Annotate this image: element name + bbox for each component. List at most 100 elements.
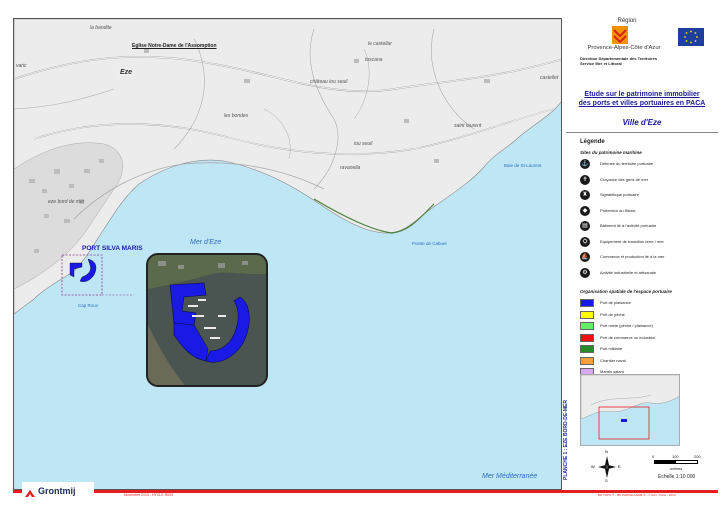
legend-label: Port de commerce ou industriel [600, 334, 656, 340]
legend-label: Défense du territoire portuaire [600, 161, 654, 166]
legend-swatch-row: Port de pêche [580, 310, 718, 320]
legend-title: Légende [580, 139, 605, 145]
place-label: château iou seuil [310, 79, 348, 85]
overview-map[interactable] [580, 374, 680, 446]
scale-end: 200 [694, 454, 701, 459]
grontmij-mark-icon [24, 486, 36, 497]
legend-label: Chantier naval [600, 357, 626, 363]
overview-port [621, 419, 627, 422]
scale-mid: 100 [672, 454, 679, 459]
legend-section-organisation: Organisation spatiale de l'espace portua… [580, 289, 672, 294]
water-label: Baie de St-Laurent [504, 163, 542, 168]
map-sheet: la bandite Eglise Notre-Dame de l'Assomp… [0, 0, 724, 512]
company-logo: Grontmij [22, 482, 94, 500]
building-icon: ▤ [580, 221, 590, 231]
west-letter: W [591, 464, 595, 469]
eu-flag-icon [678, 28, 704, 46]
region-emblem-icon [612, 26, 628, 44]
legend-section-heritage: Sites du patrimoine maritime [580, 150, 642, 155]
info-panel: Région Provence-Alpes-Côte d'Azur Direct… [566, 18, 718, 490]
place-label: iou seuil [354, 141, 373, 147]
shield-icon: ◆ [580, 205, 590, 216]
region-name: Provence-Alpes-Côte d'Azur [587, 45, 661, 51]
lighthouse-icon: ♜ [580, 190, 590, 200]
region-word: Région [617, 18, 637, 24]
legend-swatch-row: Port militaire [580, 344, 718, 354]
place-label: la bandite [90, 25, 112, 31]
water-label: Cap Roux [78, 303, 99, 308]
overview-extent [598, 406, 650, 440]
footer-date: Novembre 2010 - HYCLE R009 [124, 493, 174, 497]
place-label: ravanella [340, 165, 361, 171]
legend-label: Port de pêche [600, 311, 625, 317]
study-title: Etude sur le patrimoine immobilier des p… [578, 91, 706, 107]
sea-label: Mer Méditerranée [482, 473, 538, 480]
legend-icon-row: ⛭ Equipement de transition terre / mer [580, 236, 718, 247]
legend: Légende Sites du patrimoine maritime ⚓ Dé… [566, 132, 718, 378]
scale-unit: mètres [670, 466, 683, 471]
water-label: Pointe de Cabuel [412, 241, 447, 246]
map-drawing [14, 19, 561, 315]
port-aerial-inset[interactable] [146, 253, 268, 387]
direction-text: Direction Départementale des Territoires… [580, 56, 658, 66]
legend-label: Port mixte (pêche / plaisance) [600, 323, 653, 328]
place-label: le castellar [368, 41, 392, 47]
legend-label: Croyance des gens de mer [600, 176, 649, 182]
legend-swatch-row: Port de commerce ou industriel [580, 333, 718, 343]
scale-ratio: Echelle 1:10 000 [658, 474, 696, 480]
legend-label: Port militaire [600, 346, 623, 351]
place-label: castellet [540, 75, 559, 81]
factory-icon: ⚙ [580, 267, 590, 278]
place-label: eze bord de mer [48, 199, 85, 205]
logos: Région Provence-Alpes-Côte d'Azur Direct… [566, 18, 718, 84]
sea-label: Mer d'Eze [190, 239, 222, 246]
cross-icon: ✝ [580, 174, 590, 185]
legend-icon-row: ◆ Protection du littoral [580, 205, 718, 216]
main-map[interactable]: la bandite Eglise Notre-Dame de l'Assomp… [13, 18, 562, 490]
legend-swatch-row: Port mixte (pêche / plaisance) [580, 321, 718, 331]
legend-swatch [580, 345, 594, 353]
legend-swatch [580, 333, 594, 342]
legend-label: Activité industrielle et artisanale [600, 269, 657, 275]
legend-swatch [580, 322, 594, 330]
footer-credits: BD TOPO ® - BD PARCELLAIRE ® - © IGN - P… [598, 493, 676, 497]
scale-start: 0 [652, 454, 655, 459]
legend-icon-row: ⚙ Activité industrielle et artisanale [580, 267, 718, 278]
east-letter: E [618, 464, 621, 469]
legend-icon-row: ⛵ Commerce et production lié à la mer [580, 252, 718, 262]
legend-label: Bâtiment lié à l'activité portuaire [600, 223, 657, 228]
company-name: Grontmij [38, 486, 76, 496]
place-label: toscana [365, 57, 383, 63]
place-label: Eglise Notre-Dame de l'Assomption [132, 43, 217, 49]
boat-icon: ⛵ [580, 252, 590, 262]
legend-swatch-row: Chantier naval [580, 356, 718, 366]
port-name-label: PORT SILVA MARIS [82, 245, 143, 252]
south-letter: S [605, 478, 608, 483]
place-label: les bondes [224, 113, 249, 119]
port-outline [69, 262, 83, 278]
anchor-icon: ⚓ [580, 159, 590, 169]
legend-icon-row: ⚓ Défense du territoire portuaire [580, 159, 718, 169]
legend-label: Protection du littoral [600, 207, 636, 213]
crane-icon: ⛭ [580, 236, 590, 247]
north-letter: N [605, 449, 608, 454]
legend-icon-row: ✝ Croyance des gens de mer [580, 174, 718, 185]
town-label: Eze [118, 69, 135, 76]
place-label: varic [16, 63, 27, 69]
legend-label: Signalétique portuaire [600, 192, 639, 197]
place-label: saint laurent [454, 123, 482, 129]
legend-icon-row: ▤ Bâtiment lié à l'activité portuaire [580, 221, 718, 231]
scale-bar [654, 460, 698, 464]
town-title: Ville d'Eze [622, 118, 662, 127]
legend-label: Equipement de transition terre / mer [600, 238, 664, 244]
overview-land [581, 375, 679, 420]
legend-icon-row: ♜ Signalétique portuaire [580, 190, 718, 200]
port-outline [79, 258, 97, 282]
legend-swatch-row: Port de plaisance [580, 298, 718, 308]
legend-label: Commerce et production lié à la mer [600, 254, 665, 259]
planche-label: PLANCHE 1 : EZE BORD-DE-MER [563, 399, 569, 480]
legend-swatch [580, 356, 594, 365]
legend-swatch [580, 299, 594, 307]
legend-label: Port de plaisance [600, 300, 631, 305]
overview-drawing [581, 375, 679, 440]
